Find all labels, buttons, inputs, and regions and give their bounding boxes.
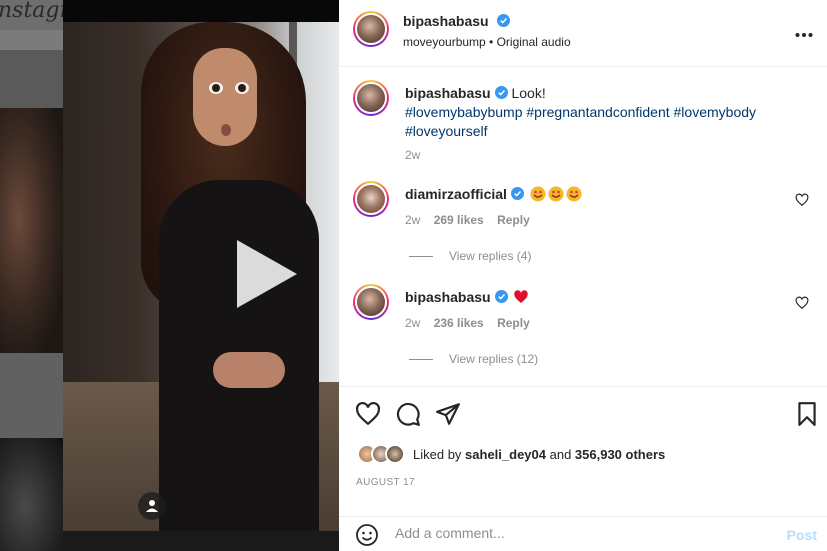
- view-replies-button[interactable]: View replies (12): [409, 352, 538, 366]
- author-name-row: bipashabasu: [403, 13, 511, 31]
- post-date[interactable]: AUGUST 17: [356, 477, 415, 488]
- post-details-panel: bipashabasu moveyourbump • Original audi…: [339, 0, 827, 551]
- tagged-users-button[interactable]: [138, 492, 166, 520]
- more-options-button[interactable]: [795, 22, 813, 43]
- verified-badge-icon: [494, 86, 508, 99]
- verified-badge-icon: [510, 187, 524, 200]
- author-username[interactable]: bipashabasu: [403, 13, 489, 29]
- liked-by-others[interactable]: 356,930 others: [575, 447, 665, 462]
- add-comment-bar: Post: [339, 516, 827, 551]
- comment-body: bipashabasu: [405, 289, 529, 305]
- comment-reply-button[interactable]: Reply: [497, 213, 530, 227]
- comment-body: diamirzaofficial: [405, 186, 582, 202]
- liked-by-user[interactable]: saheli_dey04: [465, 447, 546, 462]
- post-header: bipashabasu moveyourbump • Original audi…: [339, 0, 827, 67]
- audio-link[interactable]: moveyourbump • Original audio: [403, 35, 571, 49]
- person-hand: [213, 352, 285, 388]
- caption-text: Look!: [511, 85, 546, 101]
- verified-badge-icon: [494, 290, 508, 303]
- smiling-face-with-hearts-icon: [530, 186, 546, 202]
- comment-likes[interactable]: 236 likes: [434, 316, 484, 330]
- view-replies-label: View replies (12): [449, 352, 539, 366]
- comment-reply-button[interactable]: Reply: [497, 316, 530, 330]
- emoji-picker-icon[interactable]: [355, 523, 379, 547]
- red-heart-icon: [514, 290, 529, 303]
- user-icon: [146, 500, 158, 512]
- smiling-face-with-hearts-icon: [548, 186, 564, 202]
- instagram-post-modal: nstagr: [0, 0, 827, 551]
- background-page: nstagr: [0, 0, 63, 551]
- comment-time[interactable]: 2w: [405, 213, 420, 227]
- comment-meta: 2w 269 likes Reply: [405, 213, 530, 227]
- comment-likes[interactable]: 269 likes: [434, 213, 484, 227]
- author-avatar[interactable]: [353, 11, 389, 47]
- comment-bubble-icon[interactable]: [395, 401, 421, 427]
- video-letterbox: [63, 0, 339, 22]
- liked-by-prefix: Liked by: [413, 447, 466, 462]
- comment-time[interactable]: 2w: [405, 316, 420, 330]
- view-replies-button[interactable]: View replies (4): [409, 249, 531, 263]
- smiling-face-with-hearts-icon: [566, 186, 582, 202]
- heart-outline-icon[interactable]: [795, 193, 809, 207]
- comment-input[interactable]: [395, 525, 745, 541]
- more-horizontal-icon: [795, 33, 813, 37]
- comment-meta: 2w 236 likes Reply: [405, 316, 530, 330]
- caption-time[interactable]: 2w: [405, 148, 420, 162]
- play-icon[interactable]: [237, 240, 297, 308]
- comment-avatar[interactable]: [353, 284, 389, 320]
- background-logo-text: nstagr: [0, 0, 63, 23]
- share-send-icon[interactable]: [435, 401, 461, 427]
- liked-by-text: Liked by saheli_dey04 and 356,930 others: [413, 447, 665, 462]
- caption-username[interactable]: bipashabasu: [405, 85, 491, 101]
- view-replies-label: View replies (4): [449, 249, 532, 263]
- heart-outline-icon[interactable]: [795, 296, 809, 310]
- person-eye: [235, 82, 249, 94]
- replies-divider: [409, 359, 433, 361]
- background-bar: [0, 30, 63, 50]
- background-photo: [0, 108, 63, 353]
- background-photo: [0, 438, 63, 551]
- caption-hashtags[interactable]: #lovemybabybump #pregnantandconfident #l…: [405, 104, 756, 139]
- person-eye: [209, 82, 223, 94]
- comment-username[interactable]: diamirzaofficial: [405, 186, 507, 202]
- verified-badge-icon: [497, 14, 511, 27]
- replies-divider: [409, 256, 433, 258]
- person-mouth: [221, 124, 231, 136]
- reel-video-player[interactable]: [63, 0, 339, 531]
- save-bookmark-icon[interactable]: [794, 401, 820, 427]
- caption-avatar[interactable]: [353, 80, 389, 116]
- liked-by-and: and: [546, 447, 575, 462]
- liker-avatar[interactable]: [385, 444, 405, 464]
- background-bar: [0, 353, 63, 438]
- like-heart-icon[interactable]: [355, 401, 381, 427]
- caption-body: bipashabasu Look! #lovemybabybump #pregn…: [405, 84, 805, 141]
- post-comment-button[interactable]: Post: [787, 527, 817, 543]
- comment-username[interactable]: bipashabasu: [405, 289, 491, 305]
- comment-avatar[interactable]: [353, 181, 389, 217]
